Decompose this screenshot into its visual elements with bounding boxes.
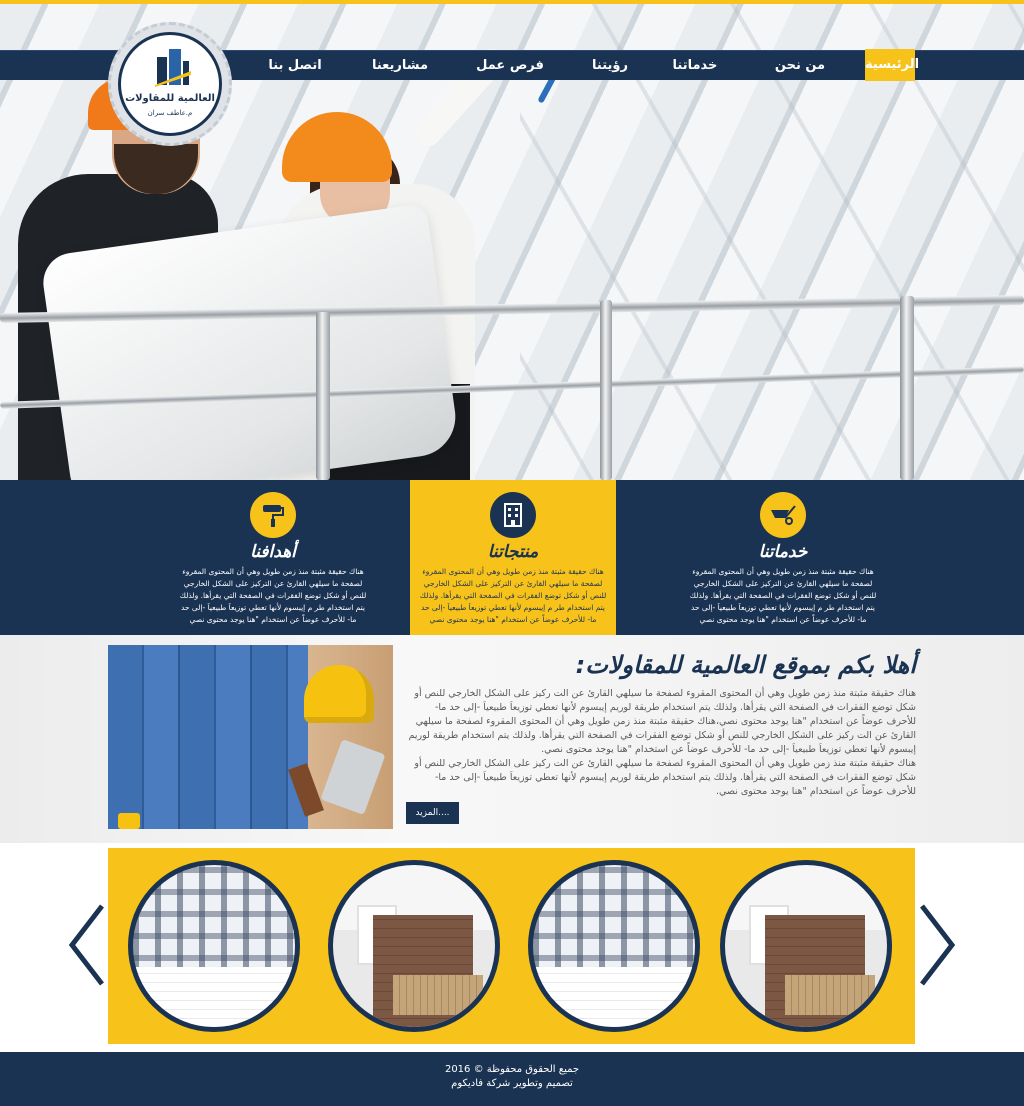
logo-badge: العالمية للمقاولات م.عاطف سران (118, 32, 222, 136)
logo-name: العالمية للمقاولات (125, 93, 215, 104)
feature-products: منتجاتنا هناك حقيقة مثبتة منذ زمن طويل و… (410, 480, 616, 635)
gallery-item[interactable] (528, 860, 700, 1032)
nav-item-services[interactable]: خدماتنا (665, 51, 725, 81)
tools-photo (108, 645, 393, 829)
logo-subtitle: م.عاطف سران (147, 109, 193, 117)
paint-roller-icon (250, 492, 296, 538)
nav-item-jobs[interactable]: فرص عمل (475, 51, 545, 81)
footer-credit: تصميم وتطوير شركة فاديكوم (451, 1078, 573, 1089)
nav-item-projects[interactable]: مشاريعنا (365, 51, 435, 81)
features-band: خدماتنا هناك حقيقة مثبتة منذ زمن طويل وه… (0, 480, 1024, 635)
gallery-item[interactable] (128, 860, 300, 1032)
feature-text: هناك حقيقة مثبتة منذ زمن طويل وهي أن الم… (689, 567, 877, 624)
building-logo-icon (155, 49, 191, 87)
gallery-next-arrow-icon[interactable] (916, 900, 960, 990)
nav-item-home[interactable]: الرئيسية (865, 49, 919, 81)
nav-item-contact[interactable]: اتصل بنا (265, 51, 325, 81)
feature-title: أهدافنا (250, 542, 296, 562)
tools-photo-tape (118, 813, 140, 829)
feature-text: هناك حقيقة مثبتة منذ زمن طويل وهي أن الم… (419, 567, 607, 624)
nav-item-vision[interactable]: رؤيتنا (580, 51, 640, 81)
footer-copyright: جميع الحقوق محفوظة © 2016 (444, 1064, 580, 1075)
gallery-prev-arrow-icon[interactable] (64, 900, 108, 990)
site-logo[interactable]: العالمية للمقاولات م.عاطف سران (108, 22, 232, 146)
projects-gallery (108, 848, 915, 1044)
welcome-paragraph-1: هناك حقيقة مثبتة منذ زمن طويل وهي أن الم… (408, 688, 916, 755)
feature-goals: أهدافنا هناك حقيقة مثبتة منذ زمن طويل وه… (170, 480, 376, 635)
feature-title: خدماتنا (758, 542, 808, 562)
building-icon (490, 492, 536, 538)
feature-services: خدماتنا هناك حقيقة مثبتة منذ زمن طويل وه… (680, 480, 886, 635)
welcome-paragraph-2: هناك حقيقة مثبتة منذ زمن طويل وهي أن الم… (414, 758, 916, 797)
welcome-section: أهلا بكم بموقع العالمية للمقاولات: هناك … (0, 635, 1024, 843)
nav-item-about[interactable]: من نحن (770, 51, 830, 81)
hero-rail-post (600, 300, 612, 480)
feature-title: منتجاتنا (487, 542, 539, 562)
wheelbarrow-icon (760, 492, 806, 538)
gallery-item[interactable] (328, 860, 500, 1032)
footer: جميع الحقوق محفوظة © 2016 تصميم وتطوير ش… (0, 1052, 1024, 1106)
more-button[interactable]: المزيد.... (406, 802, 459, 824)
feature-text: هناك حقيقة مثبتة منذ زمن طويل وهي أن الم… (179, 567, 367, 624)
hero-rail-post (900, 296, 914, 480)
welcome-title: أهلا بكم بموقع العالمية للمقاولات: (575, 651, 916, 679)
gallery-item[interactable] (720, 860, 892, 1032)
hero-woman-helmet (282, 112, 392, 182)
hero-rail-post (316, 312, 330, 480)
